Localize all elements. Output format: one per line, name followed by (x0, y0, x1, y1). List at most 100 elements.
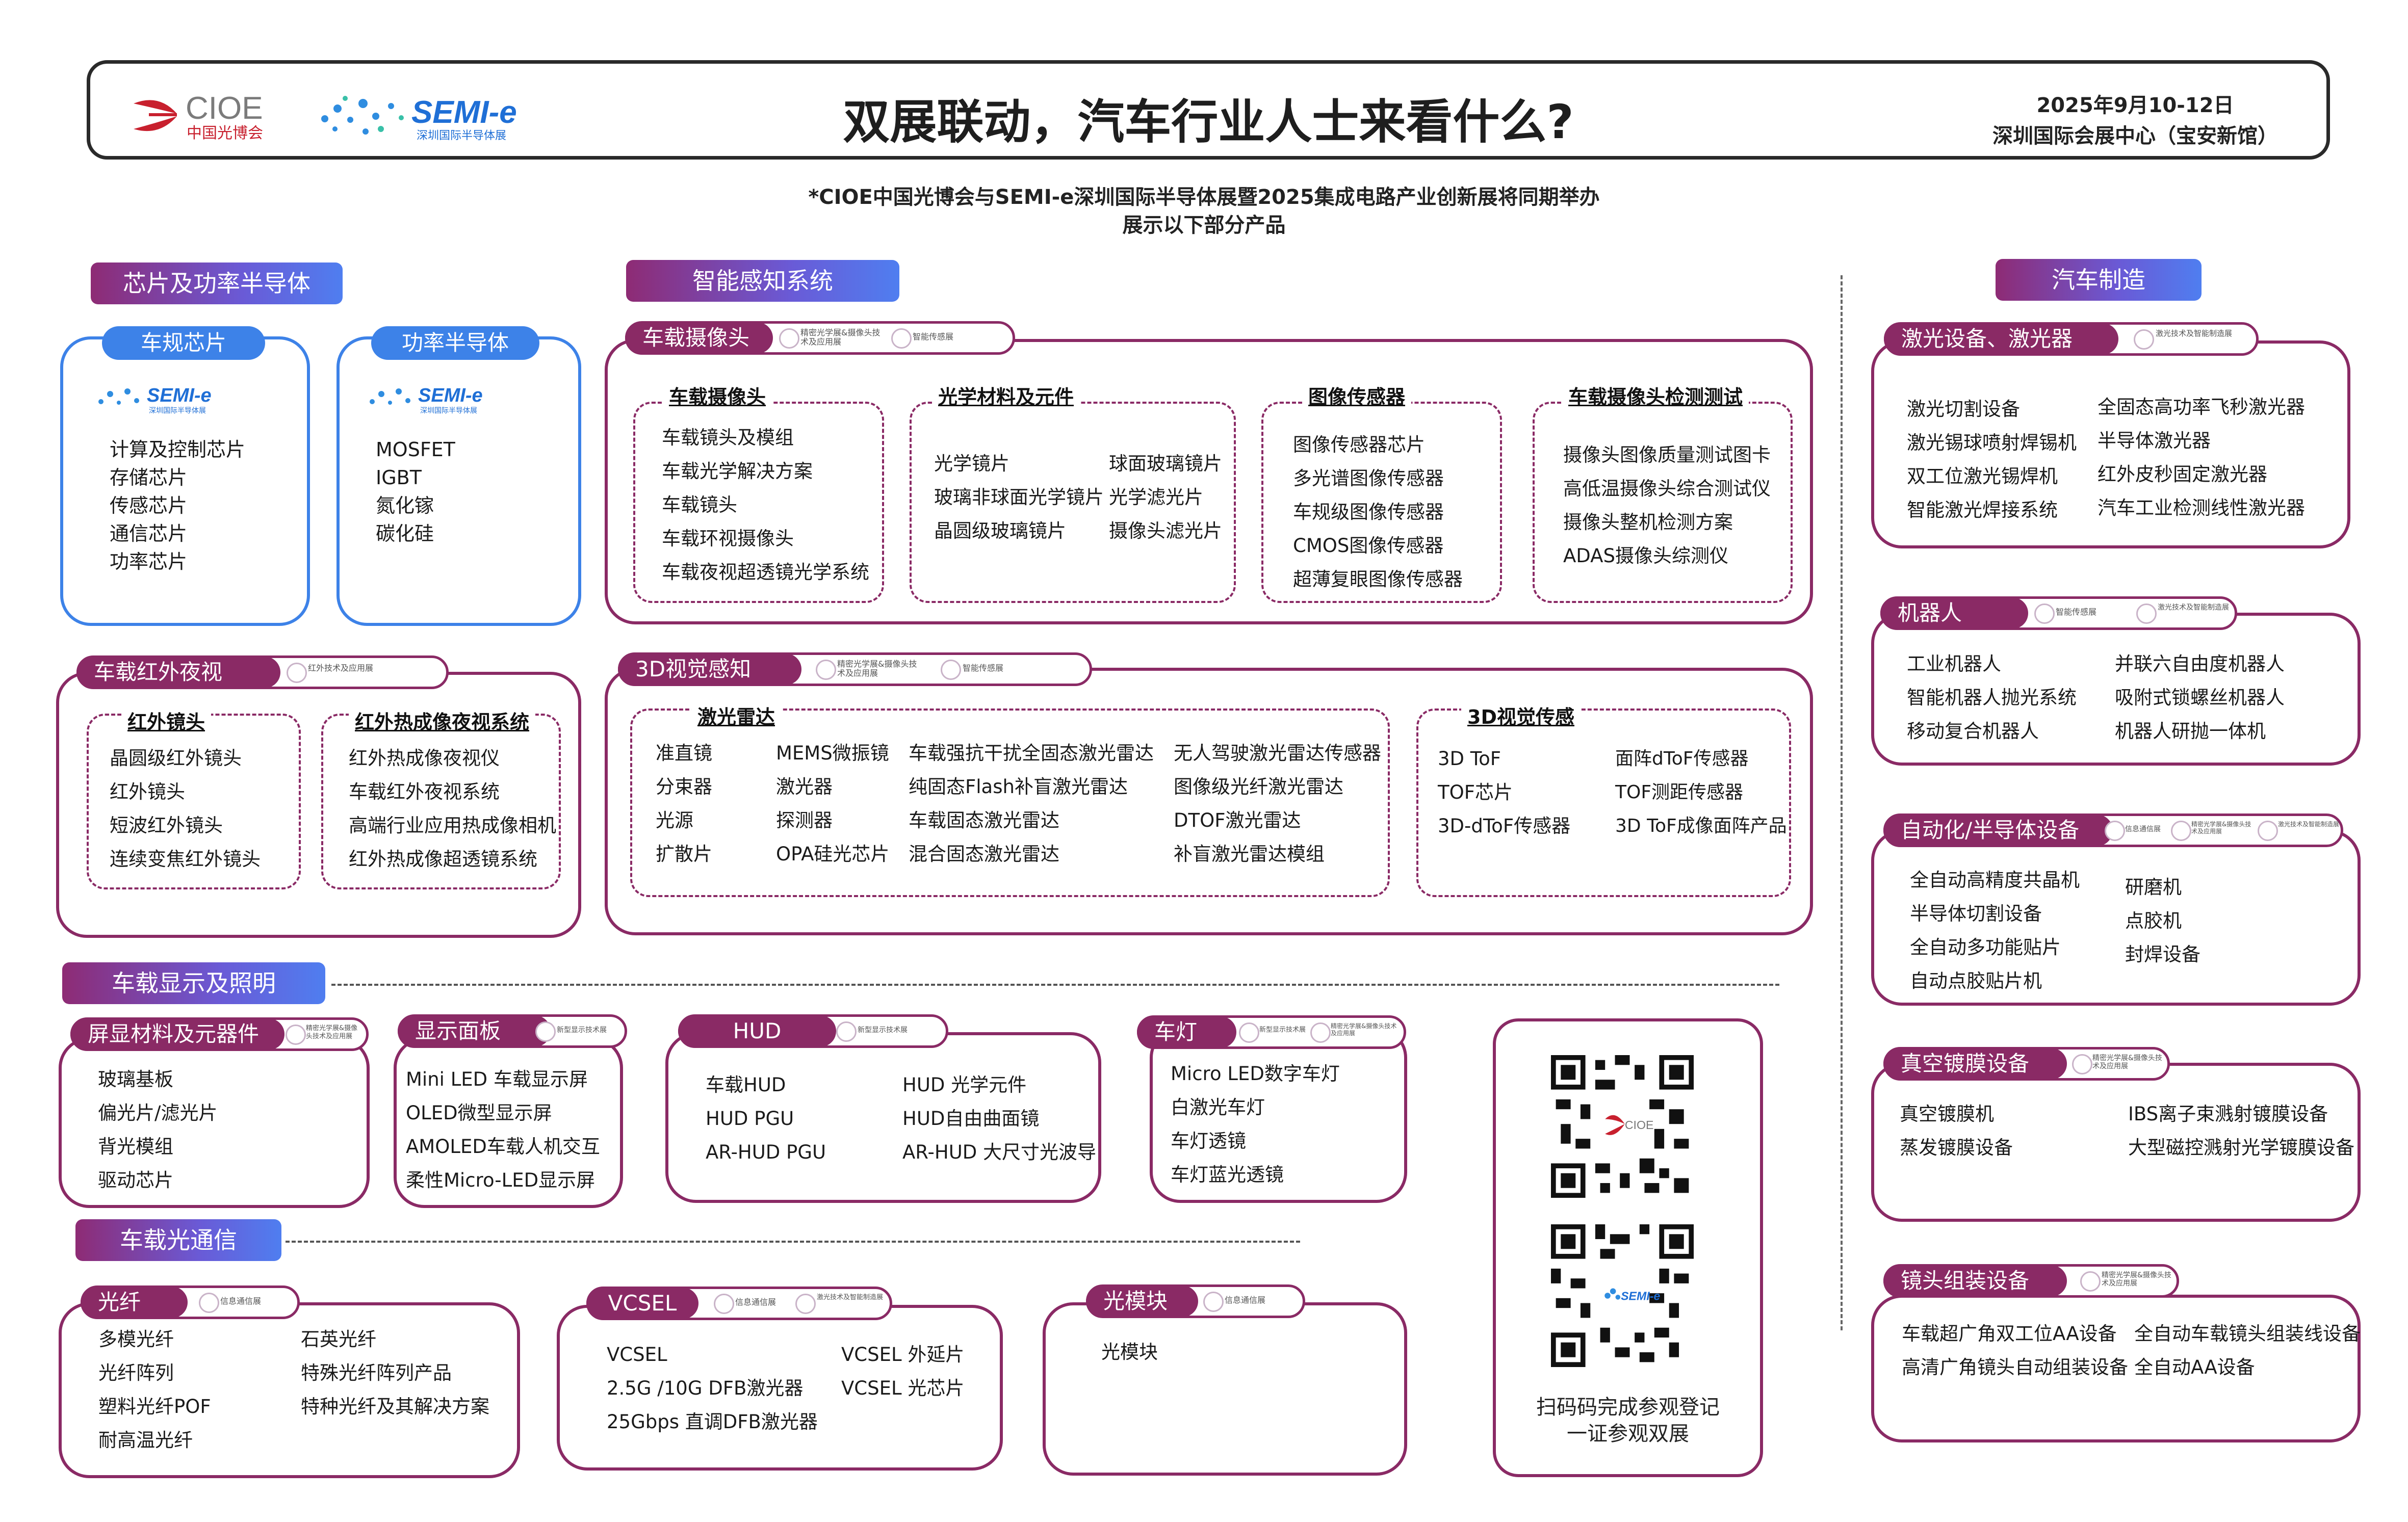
expo-tag: 信息通信展 (2125, 825, 2161, 833)
expo-tag-icon (836, 1021, 857, 1042)
qr-code-semi-e[interactable]: SEMI-e (1551, 1224, 1694, 1367)
expo-tag-icon (2171, 821, 2191, 841)
list-item: 车载强抗干扰全固态激光雷达 (909, 742, 1154, 764)
lamp-title: 车灯 (1137, 1016, 1236, 1048)
fiber-title: 光纤 (81, 1287, 188, 1318)
list-item: 点胶机 (2125, 910, 2182, 932)
list-item: 光源 (656, 809, 693, 831)
list-item: 红外热成像超透镜系统 (349, 848, 537, 870)
robot-title: 机器人 (1880, 597, 2028, 629)
hud-col1: 车载HUD HUD PGU AR-HUD PGU (706, 1068, 826, 1169)
expo-tag: 新型显示技术展 (1259, 1026, 1306, 1034)
list-item: 半导体激光器 (2098, 430, 2211, 452)
lens-assembly-title: 镜头组装设备 (1883, 1265, 2067, 1297)
optical-material-col2: 球面玻璃镜片 光学滤光片 摄像头滤光片 (1109, 447, 1222, 548)
list-item: 双工位激光锡焊机 (1907, 465, 2058, 487)
semi-e-logo-small: SEMI-e 深圳国际半导体展 (98, 385, 212, 415)
list-item: 光学镜片 (934, 453, 1009, 475)
fiber-col1: 多模光纤 光纤阵列 塑料光纤POF 耐高温光纤 (98, 1323, 211, 1457)
category-sensing: 智能感知系统 (626, 260, 899, 302)
semi-e-logo-small: SEMI-e 深圳国际半导体展 (370, 385, 483, 415)
module-list: 光模块 (1101, 1335, 1158, 1369)
lidar-title: 激光雷达 (691, 701, 782, 729)
event-date: 2025年9月10-12日 (2036, 94, 2234, 117)
list-item: 分束器 (656, 776, 712, 798)
laser-title: 激光设备、激光器 (1884, 323, 2118, 355)
list-item: 车载镜头及模组 (662, 427, 794, 449)
camera-group-title: 车载摄像头 (663, 381, 772, 409)
list-item: 耐高温光纤 (98, 1429, 193, 1451)
auto-chip-title: 车规芯片 (102, 326, 265, 360)
list-item: 吸附式锁螺丝机器人 (2115, 687, 2285, 708)
vacuum-col2: IBS离子束溅射镀膜设备 大型磁控溅射光学镀膜设备 (2128, 1097, 2354, 1165)
list-item: 车载光学解决方案 (662, 460, 813, 482)
list-item: 车规级图像传感器 (1293, 501, 1444, 523)
section-divider (286, 1241, 1300, 1243)
page-title: 双展联动，汽车行业人士来看什么? (843, 95, 1574, 149)
display-panel-title: 显示面板 (398, 1015, 551, 1047)
list-item: 2.5G /10G DFB激光器 (607, 1377, 804, 1399)
qr-code-cioe[interactable]: CIOE (1551, 1055, 1694, 1198)
expo-tag: 精密光学展&摄像头技术及应用展 (2102, 1271, 2171, 1288)
expo-tag: 智能传感展 (913, 332, 954, 342)
list-item: Mini LED 车载显示屏 (406, 1068, 588, 1090)
event-venue: 深圳国际会展中心（宝安新馆） (1992, 124, 2278, 148)
list-item: 自动点胶贴片机 (1910, 970, 2042, 992)
column-divider (1841, 275, 1843, 1330)
list-item: 高低温摄像头综合测试仪 (1563, 478, 1771, 500)
expo-tag-icon (535, 1021, 556, 1042)
list-item: 车载固态激光雷达 (909, 809, 1059, 831)
list-item: 氮化镓 (376, 494, 434, 517)
expo-tag-icon (1239, 1022, 1259, 1043)
automation-col2: 研磨机 点胶机 封焊设备 (2125, 871, 2200, 972)
svg-text:CIOE: CIOE (1625, 1118, 1654, 1132)
list-item: ADAS摄像头综测仪 (1563, 545, 1728, 567)
vcsel-col1: VCSEL 2.5G /10G DFB激光器 25Gbps 直调DFB激光器 (607, 1338, 818, 1439)
list-item: 蒸发镀膜设备 (1900, 1137, 2013, 1159)
list-item: 驱动芯片 (98, 1169, 173, 1191)
list-item: 柔性Micro-LED显示屏 (406, 1169, 595, 1191)
list-item: 存储芯片 (110, 466, 188, 489)
list-item: 真空镀膜机 (1900, 1103, 1994, 1125)
list-item: MEMS微振镜 (776, 742, 889, 764)
list-item: 全自动多功能贴片 (1910, 936, 2061, 958)
expo-tag-icon (1310, 1022, 1331, 1043)
optical-material-title: 光学材料及元件 (932, 381, 1080, 409)
list-item: DTOF激光雷达 (1174, 809, 1301, 831)
list-item: 3D-dToF传感器 (1438, 815, 1571, 837)
list-item: 车载超广角双工位AA设备 (1902, 1323, 2117, 1345)
expo-tag: 精密光学展&摄像头技术及应用展 (837, 659, 917, 678)
list-item: 光学滤光片 (1109, 486, 1203, 508)
display-material-list: 玻璃基板 偏光片/滤光片 背光模组 驱动芯片 (98, 1063, 217, 1197)
vacuum-title: 真空镀膜设备 (1883, 1048, 2067, 1080)
qr-caption: 扫码码完成参观登记 一证参观双展 (1493, 1394, 1763, 1447)
expo-tag: 智能传感展 (963, 663, 1004, 673)
lidar-col4: 无人驾驶激光雷达传感器 图像级光纤激光雷达 DTOF激光雷达 补盲激光雷达模组 (1174, 737, 1381, 871)
list-item: 全自动AA设备 (2134, 1356, 2255, 1378)
list-item: 传感芯片 (110, 494, 188, 517)
note-line-2: 展示以下部分产品 (1122, 214, 1286, 237)
list-item: 特种光纤及其解决方案 (301, 1396, 489, 1418)
list-item: 红外热成像夜视仪 (349, 747, 500, 769)
list-item: 纯固态Flash补盲激光雷达 (909, 776, 1128, 798)
laser-col2: 全固态高功率飞秒激光器 半导体激光器 红外皮秒固定激光器 汽车工业检测线性激光器 (2098, 390, 2305, 525)
ir-lens-list: 晶圆级红外镜头 红外镜头 短波红外镜头 连续变焦红外镜头 (110, 742, 261, 876)
list-item: AR-HUD 大尺寸光波导 (902, 1141, 1097, 1163)
list-item: 研磨机 (2125, 876, 2182, 898)
list-item: HUD PGU (706, 1108, 794, 1130)
display-panel-list: Mini LED 车载显示屏 OLED微型显示屏 AMOLED车载人机交互 柔性… (406, 1063, 600, 1197)
lamp-list: Micro LED数字车灯 白激光车灯 车灯透镜 车灯蓝光透镜 (1171, 1057, 1340, 1192)
category-manufacturing: 汽车制造 (1996, 259, 2202, 301)
list-item: 超薄复眼图像传感器 (1293, 568, 1463, 590)
expo-tag: 信息通信展 (1225, 1295, 1266, 1305)
qr-caption-line-2: 一证参观双展 (1567, 1422, 1689, 1446)
module-title: 光模块 (1086, 1285, 1198, 1317)
expo-tag: 精密光学展&摄像头技术及应用展 (1331, 1022, 1397, 1037)
note-line-1: *CIOE中国光博会与SEMI-e深圳国际半导体展暨2025集成电路产业创新展将… (808, 186, 1600, 209)
power-semi-box (336, 336, 581, 626)
expo-tag-icon (2134, 329, 2154, 350)
list-item: 红外镜头 (110, 781, 185, 803)
list-item: 车灯蓝光透镜 (1171, 1164, 1284, 1186)
list-item: 多模光纤 (98, 1328, 174, 1350)
list-item: 球面玻璃镜片 (1109, 453, 1222, 475)
